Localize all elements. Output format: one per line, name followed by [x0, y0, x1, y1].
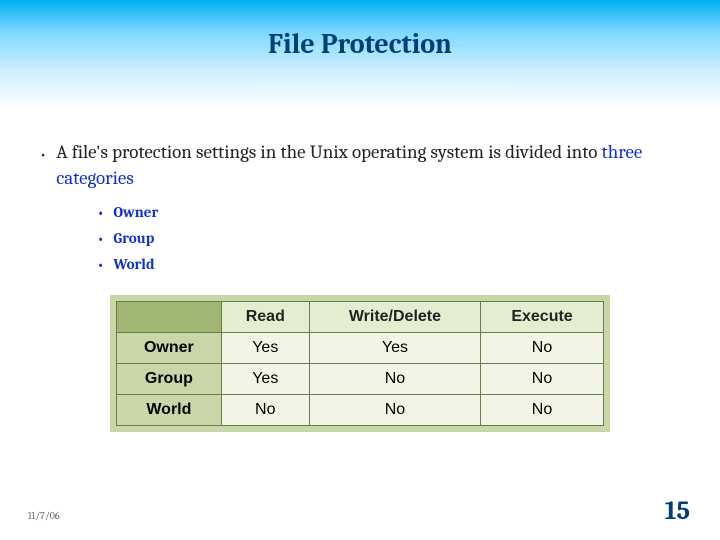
permissions-table-wrap: Read Write/Delete Execute Owner Yes Yes … — [110, 295, 610, 432]
category-item: • World — [98, 255, 680, 273]
bullet-dot-icon: • — [40, 146, 46, 165]
table-row: World No No No — [117, 395, 604, 426]
footer-page-number: 15 — [665, 496, 690, 526]
row-header: Group — [117, 364, 222, 395]
table-row: Group Yes No No — [117, 364, 604, 395]
category-list: • Owner • Group • World — [98, 203, 680, 273]
table-header-row: Read Write/Delete Execute — [117, 302, 604, 333]
main-bullet: • A file's protection settings in the Un… — [40, 140, 680, 191]
row-header: Owner — [117, 333, 222, 364]
table-cell: No — [309, 364, 480, 395]
bullet-pre: A file's protection settings in the Unix… — [56, 141, 601, 163]
table-cell: No — [221, 395, 309, 426]
bullet-dot-icon: • — [98, 232, 103, 246]
bullet-dot-icon: • — [98, 206, 103, 220]
table-cell: No — [481, 395, 604, 426]
bullet-dot-icon: • — [98, 258, 103, 272]
permissions-table: Read Write/Delete Execute Owner Yes Yes … — [116, 301, 604, 426]
table-cell: Yes — [221, 364, 309, 395]
table-row: Owner Yes Yes No — [117, 333, 604, 364]
table-cell: No — [309, 395, 480, 426]
content-area: • A file's protection settings in the Un… — [0, 110, 720, 432]
category-label: Group — [113, 229, 154, 247]
main-bullet-text: A file's protection settings in the Unix… — [56, 140, 680, 191]
table-cell: Yes — [309, 333, 480, 364]
category-item: • Group — [98, 229, 680, 247]
col-header: Execute — [481, 302, 604, 333]
table-cell: No — [481, 333, 604, 364]
category-label: World — [113, 255, 154, 273]
col-header: Write/Delete — [309, 302, 480, 333]
table-corner — [117, 302, 222, 333]
table-cell: Yes — [221, 333, 309, 364]
category-label: Owner — [113, 203, 158, 221]
category-item: • Owner — [98, 203, 680, 221]
col-header: Read — [221, 302, 309, 333]
table-cell: No — [481, 364, 604, 395]
slide-title: File Protection — [0, 28, 720, 60]
row-header: World — [117, 395, 222, 426]
footer-date: 11/7/06 — [28, 510, 60, 522]
